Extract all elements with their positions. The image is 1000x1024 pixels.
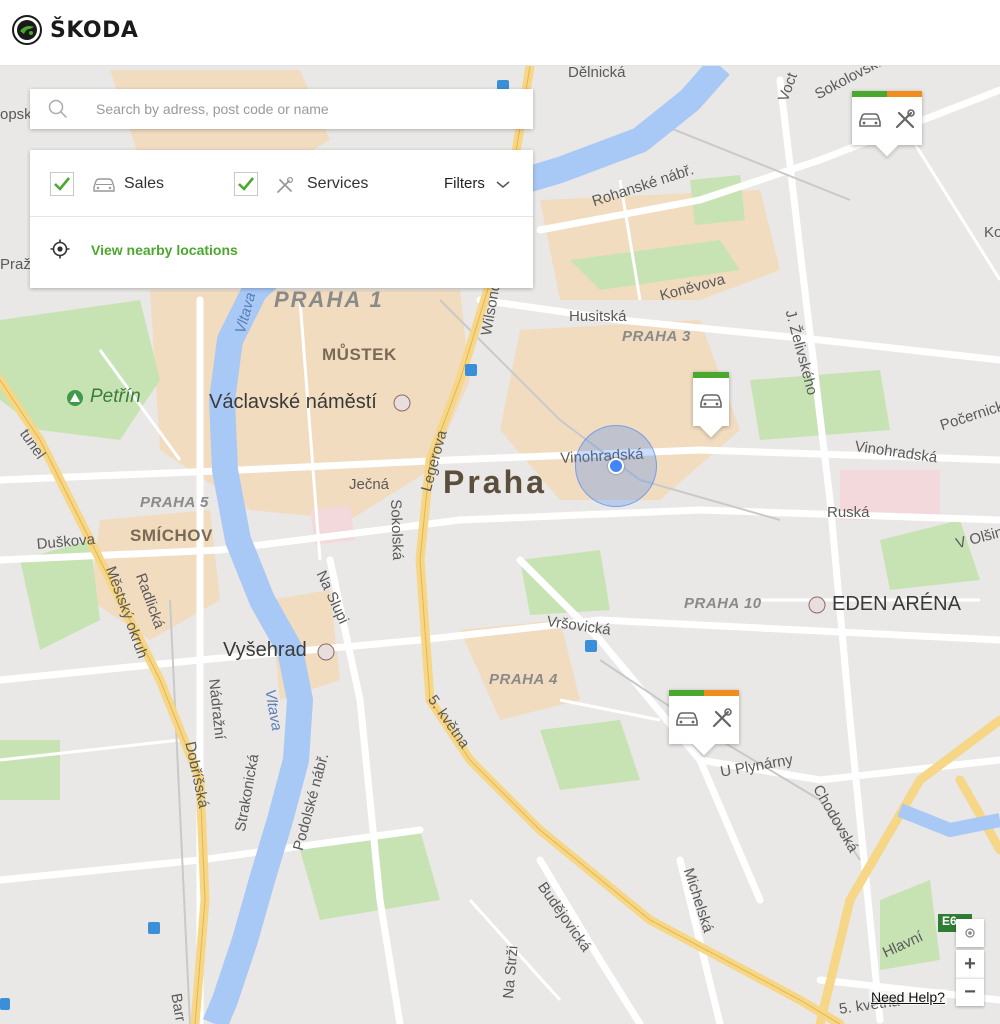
label-sokolska: Sokolská [387,499,407,561]
tools-icon [277,176,294,193]
label-petrin: Petřín [90,386,141,407]
search-box [30,89,533,129]
search-icon [48,99,67,118]
label-ko: Ko [984,224,1000,241]
zoom-in-button[interactable]: + [956,950,984,978]
chevron-down-icon [496,180,510,188]
filters-label: Filters [444,175,485,192]
label-praz: Praž [0,256,31,273]
car-icon [700,394,722,408]
app-root: ŠKODA PRAHA 1 MŮSTEK PRAHA 3 PRAHA 5 PRA… [0,0,1000,1024]
brand-wordmark: ŠKODA [50,17,139,43]
label-praha5: PRAHA 5 [140,494,209,511]
filter-row: Sales Services Filters [30,150,533,217]
car-icon [859,113,881,127]
sales-bar [852,91,887,97]
dealer-marker-sales-service[interactable] [669,690,739,756]
sales-bar [693,372,729,378]
label-vaclavske: Václavské náměstí [209,391,377,413]
label-praha10: PRAHA 10 [684,595,762,612]
label-praha4: PRAHA 4 [489,671,558,688]
checkmark-icon [54,177,71,191]
service-bar [887,91,922,97]
zoom-out-button[interactable]: − [956,978,984,1006]
header: ŠKODA [0,0,1000,66]
label-jecna: Ječná [349,476,390,493]
label-opsk: opsk [0,106,32,123]
need-help-link[interactable]: Need Help? [869,989,947,1005]
crosshair-location-icon [50,239,70,259]
checkmark-icon [238,177,255,191]
view-nearby-button[interactable]: View nearby locations [30,218,533,288]
locate-icon [965,928,975,938]
label-praha3: PRAHA 3 [622,328,691,345]
label-mustek: MŮSTEK [322,345,397,364]
services-checkbox[interactable] [234,172,258,196]
service-bar [704,690,739,696]
skoda-emblem-icon [12,15,42,45]
skoda-logo[interactable]: ŠKODA [12,15,138,45]
dealer-marker-sales[interactable] [693,372,729,438]
label-ruska: Ruská [827,504,870,521]
current-location-dot [608,458,624,474]
sales-bar [669,690,704,696]
label-eden-arena: EDEN ARÉNA [832,593,961,615]
services-label: Services [307,175,369,192]
label-praha-city: Praha [443,464,547,500]
filters-dropdown-button[interactable]: Filters [444,175,511,192]
sales-checkbox[interactable] [50,172,74,196]
sales-label: Sales [124,175,165,192]
dealer-marker-sales-service[interactable] [852,91,922,157]
car-icon [676,712,698,726]
car-icon [93,178,115,192]
label-praha1: PRAHA 1 [274,287,384,312]
label-husitska: Husitská [569,308,627,325]
label-smichov: SMÍCHOV [130,526,213,545]
label-delnicka: Dělnická [568,66,626,81]
filter-panel: Sales Services Filters View nearby locat… [30,150,533,288]
my-location-button[interactable] [956,919,984,947]
label-vysehrad: Vyšehrad [223,639,307,661]
search-input[interactable] [96,89,516,129]
tools-icon [895,109,915,129]
view-nearby-label: View nearby locations [91,242,238,258]
tools-icon [712,708,732,728]
